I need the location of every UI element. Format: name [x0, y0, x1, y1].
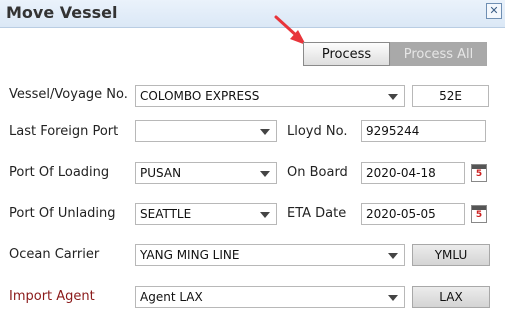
- voyage-number-field[interactable]: 52E: [412, 85, 489, 107]
- chevron-down-icon: [388, 295, 398, 301]
- on-board-date-field[interactable]: 2020-04-18: [361, 162, 465, 184]
- import-agent-label: Import Agent: [9, 289, 95, 304]
- calendar-icon[interactable]: 5: [471, 205, 487, 223]
- import-agent-select[interactable]: Agent LAX: [135, 286, 405, 308]
- port-of-unlading-value: SEATTLE: [140, 207, 192, 221]
- process-button[interactable]: Process: [303, 42, 390, 66]
- on-board-label: On Board: [287, 165, 348, 180]
- port-of-loading-select[interactable]: PUSAN: [135, 162, 277, 184]
- chevron-down-icon: [388, 94, 398, 100]
- lloyd-no-label: Lloyd No.: [287, 124, 348, 139]
- port-of-unlading-select[interactable]: SEATTLE: [135, 203, 277, 225]
- chevron-down-icon: [260, 171, 270, 177]
- vessel-select-value: COLOMBO EXPRESS: [140, 89, 260, 103]
- vessel-select[interactable]: COLOMBO EXPRESS: [135, 85, 405, 107]
- ocean-carrier-value: YANG MING LINE: [140, 248, 240, 262]
- lloyd-no-field[interactable]: 9295244: [361, 120, 486, 142]
- window-title: Move Vessel: [6, 3, 118, 22]
- port-of-loading-value: PUSAN: [140, 166, 182, 180]
- calendar-icon[interactable]: 5: [471, 164, 487, 182]
- close-icon[interactable]: ✕: [486, 3, 502, 19]
- chevron-down-icon: [260, 129, 270, 135]
- ocean-carrier-code[interactable]: YMLU: [412, 244, 490, 266]
- last-foreign-port-label: Last Foreign Port: [9, 124, 119, 139]
- process-all-button[interactable]: Process All: [390, 42, 487, 66]
- port-of-loading-label: Port Of Loading: [9, 165, 110, 180]
- port-of-unlading-label: Port Of Unlading: [9, 206, 116, 221]
- last-foreign-port-select[interactable]: [135, 120, 277, 142]
- chevron-down-icon: [388, 253, 398, 259]
- window-title-bar: Move Vessel ✕: [0, 0, 505, 28]
- import-agent-code[interactable]: LAX: [412, 286, 490, 308]
- eta-date-label: ETA Date: [287, 206, 347, 221]
- vessel-voyage-label: Vessel/Voyage No.: [9, 87, 128, 102]
- eta-date-field[interactable]: 2020-05-05: [361, 203, 465, 225]
- import-agent-value: Agent LAX: [140, 290, 203, 304]
- ocean-carrier-label: Ocean Carrier: [9, 247, 100, 262]
- chevron-down-icon: [260, 212, 270, 218]
- ocean-carrier-select[interactable]: YANG MING LINE: [135, 244, 405, 266]
